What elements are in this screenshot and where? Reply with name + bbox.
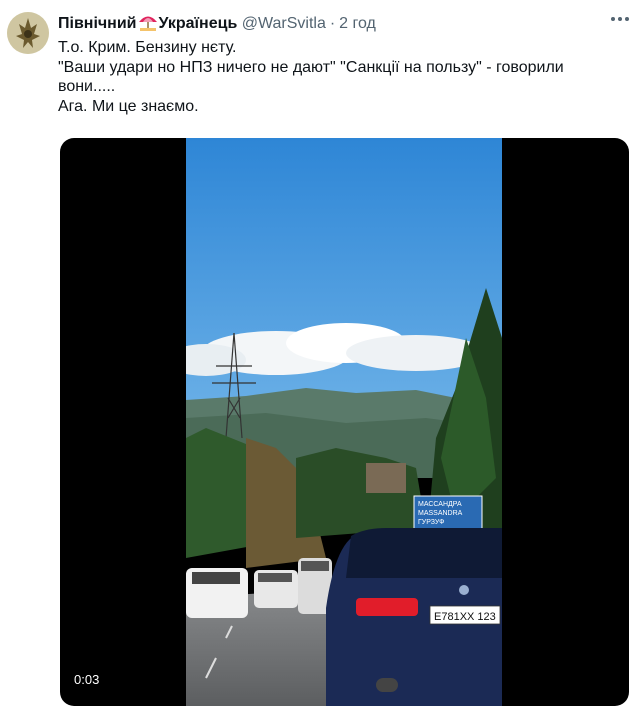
display-name-part1[interactable]: Північний	[58, 15, 137, 32]
more-dots-glyph	[611, 17, 629, 21]
display-name-part2[interactable]: Українець	[159, 15, 238, 32]
beach-umbrella-icon	[138, 16, 157, 31]
video-frame[interactable]: МАССАНДРА MASSANDRA ГУРЗУФ Е781ХХ 123	[186, 138, 502, 706]
tweet-text-line: Т.о. Крим. Бензину нєту.	[58, 39, 237, 56]
user-handle[interactable]: @WarSvitla	[242, 15, 326, 32]
sign-text: МАССАНДРА	[418, 501, 462, 508]
avatar-image	[7, 12, 49, 54]
tweet-text-line: "Ваши удари но НПЗ ничего не дают" "Санк…	[58, 58, 569, 96]
tweet-text-line: Ага. Ми це знаємо.	[58, 97, 199, 115]
display-name[interactable]: Північний Українець	[58, 15, 242, 32]
sign-text: ГУРЗУФ	[418, 519, 444, 526]
tweet-header: Північний Українець @WarSvitla · 2 год	[58, 13, 376, 33]
video-player[interactable]: МАССАНДРА MASSANDRA ГУРЗУФ Е781ХХ 123 0:…	[60, 138, 629, 706]
sign-text: MASSANDRA	[418, 510, 463, 517]
more-dots-icon[interactable]	[608, 10, 632, 30]
tweet[interactable]: Північний Українець @WarSvitla · 2 год Т.о…	[0, 0, 642, 714]
video-timestamp: 0:03	[74, 672, 100, 687]
tweet-text: Т.о. Крим. Бензину нєту. "Ваши удари но …	[58, 38, 618, 116]
tweet-time[interactable]: 2 год	[339, 15, 376, 32]
separator-dot: ·	[329, 15, 336, 32]
avatar[interactable]	[7, 12, 49, 54]
license-plate: Е781ХХ 123	[434, 611, 496, 623]
video-frame-image: МАССАНДРА MASSANDRA ГУРЗУФ Е781ХХ 123	[186, 138, 502, 706]
